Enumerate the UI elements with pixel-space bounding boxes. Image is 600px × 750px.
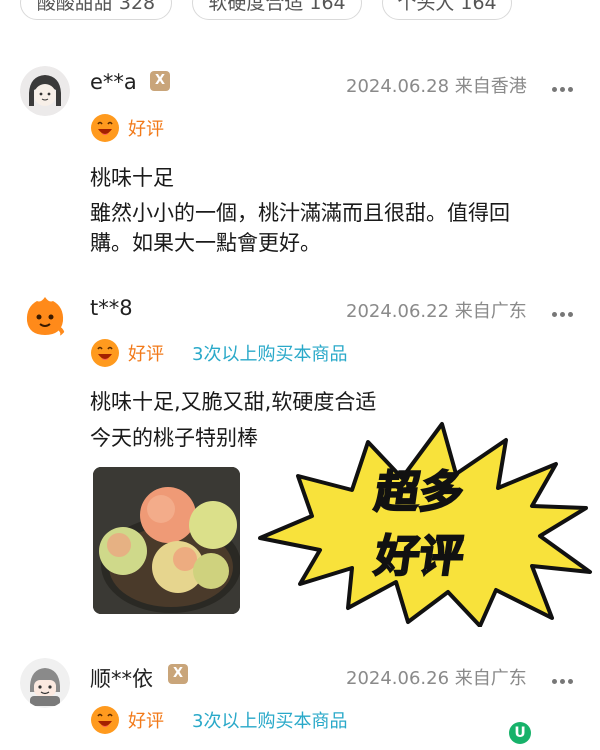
more-dots-icon[interactable] bbox=[552, 669, 578, 684]
username[interactable]: 顺**依 bbox=[90, 663, 153, 693]
promo-text-line2: 好评 bbox=[371, 530, 468, 583]
repurchase-badge: 3次以上购买本商品 bbox=[192, 711, 348, 732]
username[interactable]: e**a bbox=[90, 70, 137, 94]
username[interactable]: t**8 bbox=[90, 296, 133, 320]
more-dots-icon[interactable] bbox=[552, 77, 578, 92]
review-date-location: 2024.06.22 来自广东 bbox=[346, 301, 527, 322]
more-dots-icon[interactable] bbox=[552, 302, 578, 317]
tag-sweet-sour[interactable]: 酸酸甜甜 328 bbox=[20, 0, 172, 20]
level-badge-icon: X bbox=[150, 71, 170, 91]
review-text-line: 桃味十足 bbox=[90, 166, 174, 190]
smile-face-icon bbox=[91, 339, 119, 367]
smile-face-icon bbox=[91, 706, 119, 734]
review-date-location: 2024.06.28 来自香港 bbox=[346, 76, 527, 97]
avatar[interactable] bbox=[20, 658, 70, 708]
review-photo[interactable] bbox=[93, 467, 240, 614]
review-date-location: 2024.06.26 来自广东 bbox=[346, 668, 527, 689]
rating-label: 好评 bbox=[128, 119, 164, 140]
review-text-line: 雖然小小的一個，桃汁滿滿而且很甜。值得回 bbox=[90, 201, 510, 225]
review-text-line: 今天的桃子特别棒 bbox=[90, 426, 258, 450]
promo-text-line1: 超多 bbox=[371, 466, 468, 519]
tag-big-size[interactable]: 个头大 164 bbox=[382, 0, 512, 20]
review-tag-bar: 酸酸甜甜 328 软硬度合适 164 个头大 164 bbox=[0, 0, 600, 22]
avatar[interactable] bbox=[20, 66, 70, 116]
smile-face-icon bbox=[91, 114, 119, 142]
repurchase-badge: 3次以上购买本商品 bbox=[192, 344, 348, 365]
level-badge-icon: X bbox=[168, 664, 188, 684]
app-logo-icon: U bbox=[509, 722, 531, 744]
review-text-line: 購。如果大一點會更好。 bbox=[90, 231, 321, 255]
tag-firmness[interactable]: 软硬度合适 164 bbox=[192, 0, 362, 20]
rating-label: 好评 bbox=[128, 711, 164, 732]
rating-label: 好评 bbox=[128, 344, 164, 365]
avatar[interactable] bbox=[20, 291, 70, 341]
